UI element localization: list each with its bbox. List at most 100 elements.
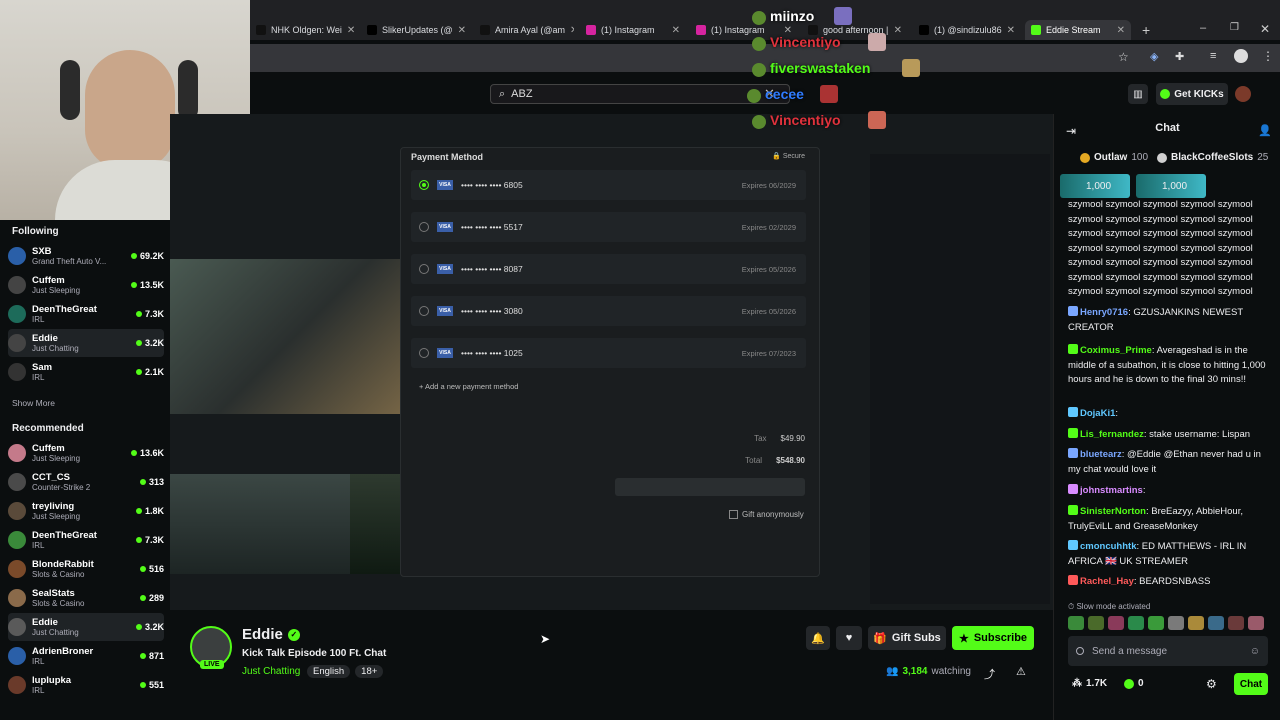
sidebar-channel-luplupka[interactable]: luplupka IRL 551 [8, 671, 164, 699]
close-tab-icon[interactable]: ✕ [570, 25, 574, 36]
new-tab-icon[interactable]: + [1142, 22, 1150, 38]
tab-3[interactable]: Amira Ayal (@am ✕ [474, 20, 574, 40]
close-window-icon[interactable]: ✕ [1260, 22, 1270, 36]
leaderboard-item[interactable]: Outlaw 100 [1080, 152, 1148, 163]
sidebar-channel-blonderabbit[interactable]: BlondeRabbit Slots & Casino 516 [8, 555, 164, 583]
chat-points[interactable]: ⁂ 1.7K [1072, 678, 1107, 689]
chat-username[interactable]: Henry0716 [1080, 307, 1128, 318]
payment-card-option[interactable]: VISA •••• •••• •••• 6805 Expires 06/2029 [411, 170, 806, 200]
payment-card-option[interactable]: VISA •••• •••• •••• 5517 Expires 02/2029 [411, 212, 806, 242]
show-more-link[interactable]: Show More [12, 398, 55, 408]
profile-icon[interactable] [1234, 49, 1248, 63]
chat-badge-icon[interactable] [1076, 647, 1084, 655]
channel-avatar [8, 276, 26, 294]
gift-subs-button[interactable]: 🎁 Gift Subs [868, 626, 946, 650]
sidebar-channel-treyliving[interactable]: treyliving Just Sleeping 1.8K [8, 497, 164, 525]
gift-anonymously-checkbox[interactable]: Gift anonymously [729, 510, 804, 519]
pinned-gift-card[interactable]: 1,000 [1136, 174, 1206, 198]
radio-button[interactable] [419, 264, 429, 274]
bookmark-star-icon[interactable]: ☆ [1118, 50, 1129, 64]
chat-username[interactable]: Rachel_Hay [1080, 576, 1134, 587]
emote-icon[interactable] [1068, 616, 1084, 630]
notification-bell-icon[interactable]: 🔔 [806, 626, 830, 650]
layout-icon[interactable]: ▥ [1128, 84, 1148, 104]
subscribe-button[interactable]: ★ Subscribe [952, 626, 1034, 650]
close-tab-icon[interactable]: ✕ [1117, 25, 1125, 36]
radio-button[interactable] [419, 348, 429, 358]
processing-button[interactable] [615, 478, 805, 496]
add-payment-method-link[interactable]: + Add a new payment method [419, 382, 518, 391]
sidebar-channel-deenthegreat[interactable]: DeenTheGreat IRL 7.3K [8, 300, 164, 328]
payment-card-option[interactable]: VISA •••• •••• •••• 1025 Expires 07/2023 [411, 338, 806, 368]
settings-gear-icon[interactable]: ⚙ [1206, 677, 1217, 691]
search-input[interactable]: ⌕ ABZ [490, 84, 790, 104]
chat-username[interactable]: DojaKi1 [1080, 408, 1115, 419]
emote-bar[interactable] [1068, 616, 1268, 634]
emote-icon[interactable] [1168, 616, 1184, 630]
get-kicks-button[interactable]: Get KICKs [1156, 83, 1228, 105]
extension-icon[interactable]: ◈ [1150, 50, 1158, 63]
close-tab-icon[interactable]: ✕ [894, 25, 902, 36]
tab-8[interactable]: Eddie Stream ✕ [1025, 20, 1131, 40]
close-tab-icon[interactable]: ✕ [458, 25, 466, 36]
checkbox-box[interactable] [729, 510, 738, 519]
stream-tag[interactable]: 18+ [355, 665, 384, 678]
share-icon[interactable]: ⤴ [984, 666, 995, 682]
payment-card-option[interactable]: VISA •••• •••• •••• 8087 Expires 05/2026 [411, 254, 806, 284]
streamer-name[interactable]: Eddie ✓ [242, 626, 300, 643]
chat-username[interactable]: Coximus_Prime [1080, 345, 1152, 356]
radio-button[interactable] [419, 306, 429, 316]
media-icon[interactable]: ≡ [1210, 50, 1216, 62]
chat-username[interactable]: SinisterNorton [1080, 506, 1146, 517]
emote-icon[interactable] [1128, 616, 1144, 630]
chat-send-button[interactable]: Chat [1234, 673, 1268, 695]
close-tab-icon[interactable]: ✕ [1007, 25, 1015, 36]
chat-username[interactable]: bluetearz [1080, 449, 1122, 460]
emote-icon[interactable] [1228, 616, 1244, 630]
tab-4[interactable]: (1) Instagram ✕ [580, 20, 686, 40]
sidebar-channel-sxb[interactable]: SXB Grand Theft Auto V... 69.2K [8, 242, 164, 270]
emote-icon[interactable] [1108, 616, 1124, 630]
sidebar-channel-cct_cs[interactable]: CCT_CS Counter-Strike 2 313 [8, 468, 164, 496]
tab-2[interactable]: SlikerUpdates (@ ✕ [361, 20, 469, 40]
leaderboard-item[interactable]: BlackCoffeeSlots 25 [1157, 152, 1268, 163]
chat-input[interactable]: Send a message ☺ [1068, 636, 1268, 666]
puzzle-icon[interactable]: ✚ [1175, 50, 1184, 63]
close-tab-icon[interactable]: ✕ [672, 25, 680, 36]
tab-1[interactable]: NHK Oldgen: Wei ✕ [250, 20, 356, 40]
sidebar-channel-sealstats[interactable]: SealStats Slots & Casino 289 [8, 584, 164, 612]
emote-icon[interactable] [1248, 616, 1264, 630]
follow-heart-icon[interactable]: ♥ [836, 626, 862, 650]
report-icon[interactable]: ⚠ [1016, 665, 1026, 678]
sidebar-channel-cuffem[interactable]: Cuffem Just Sleeping 13.5K [8, 271, 164, 299]
emote-icon[interactable] [1148, 616, 1164, 630]
menu-dots-icon[interactable]: ⋮ [1262, 49, 1274, 63]
emote-icon[interactable] [1208, 616, 1224, 630]
chat-users-icon[interactable]: 👤 [1258, 124, 1272, 137]
close-tab-icon[interactable]: ✕ [347, 25, 355, 36]
radio-button[interactable] [419, 180, 429, 190]
stream-tag[interactable]: English [307, 665, 351, 678]
tab-7[interactable]: (1) @sindizulu86 ✕ [913, 20, 1021, 40]
user-avatar[interactable] [1235, 86, 1251, 102]
sidebar-channel-eddie[interactable]: Eddie Just Chatting 3.2K [8, 613, 164, 641]
emoji-icon[interactable]: ☺ [1250, 646, 1260, 657]
maximize-icon[interactable]: ❐ [1230, 22, 1239, 33]
payment-card-option[interactable]: VISA •••• •••• •••• 3080 Expires 05/2026 [411, 296, 806, 326]
chat-username[interactable]: cmoncuhhtk [1080, 541, 1136, 552]
sidebar-channel-adrienbroner[interactable]: AdrienBroner IRL 871 [8, 642, 164, 670]
chat-username[interactable]: Lis_fernandez [1080, 429, 1144, 440]
sidebar-channel-sam[interactable]: Sam IRL 2.1K [8, 358, 164, 386]
kicks-balance[interactable]: 0 [1124, 678, 1144, 689]
sidebar-channel-cuffem[interactable]: Cuffem Just Sleeping 13.6K [8, 439, 164, 467]
emote-icon[interactable] [1088, 616, 1104, 630]
minimize-icon[interactable]: – [1200, 22, 1206, 34]
emote-icon[interactable] [1188, 616, 1204, 630]
sidebar-channel-eddie[interactable]: Eddie Just Chatting 3.2K [8, 329, 164, 357]
sidebar-channel-deenthegreat[interactable]: DeenTheGreat IRL 7.3K [8, 526, 164, 554]
radio-button[interactable] [419, 222, 429, 232]
chat-username[interactable]: johnstmartins [1080, 485, 1143, 496]
category-link[interactable]: Just Chatting [242, 666, 300, 677]
pinned-gift-card[interactable]: 1,000 [1060, 174, 1130, 198]
video-player[interactable]: Payment Method 🔒 Secure + Add a new paym… [170, 114, 1053, 610]
